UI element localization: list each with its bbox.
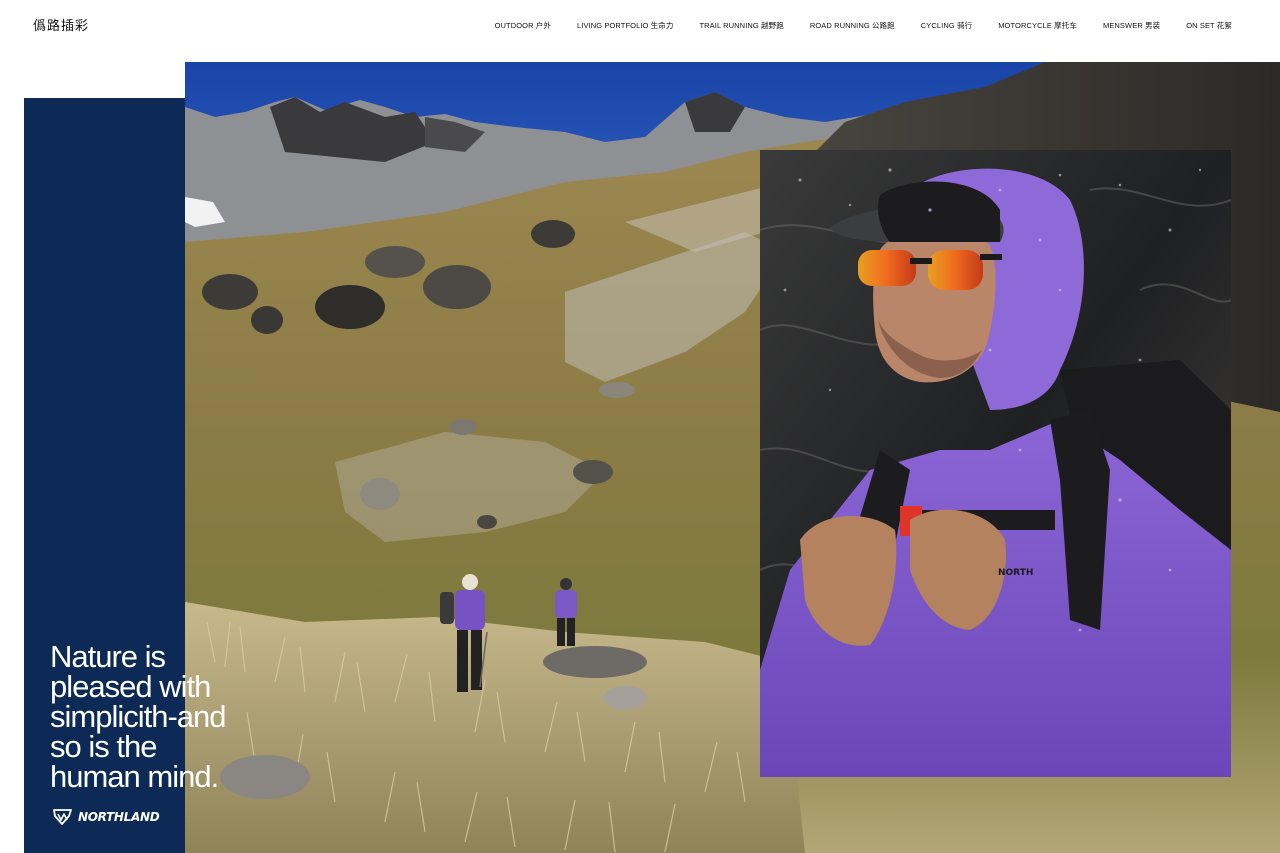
site-logo[interactable]: 僞路插彩 xyxy=(33,15,89,34)
portrait-photo: NORTH xyxy=(760,150,1231,777)
nav-item-menswear[interactable]: MENSWER 男装 xyxy=(1103,20,1160,31)
nav-item-road-running[interactable]: ROAD RUNNING 公路跑 xyxy=(810,20,895,31)
nav-item-motorcycle[interactable]: MOTORCYCLE 摩托车 xyxy=(998,20,1077,31)
hero-headline: Nature is pleased with simplicith-and so… xyxy=(50,639,290,794)
headline-line: pleased with xyxy=(50,669,211,704)
headline-line: so is the xyxy=(50,729,157,764)
headline-line: human mind. xyxy=(50,759,219,794)
brand-mark[interactable]: NORTHLAND xyxy=(52,808,160,826)
nav-item-on-set[interactable]: ON SET 花絮 xyxy=(1186,20,1232,31)
nav-item-outdoor[interactable]: OUTDOOR 户外 xyxy=(495,20,551,31)
headline-line: simplicith-and xyxy=(50,699,227,734)
brand-name: NORTHLAND xyxy=(78,810,160,824)
nav-item-cycling[interactable]: CYCLING 骑行 xyxy=(921,20,972,31)
northland-logo-icon xyxy=(53,809,72,825)
site-header: 僞路插彩 OUTDOOR 户外 LIVING PORTFOLIO 生命力 TRA… xyxy=(0,0,1280,62)
nav-item-trail-running[interactable]: TRAIL RUNNING 越野跑 xyxy=(699,20,783,31)
nav-item-living-portfolio[interactable]: LIVING PORTFOLIO 生命力 xyxy=(577,20,673,31)
svg-text:NORTH: NORTH xyxy=(998,568,1033,578)
main-nav: OUTDOOR 户外 LIVING PORTFOLIO 生命力 TRAIL RU… xyxy=(495,20,1232,31)
headline-line: Nature is xyxy=(50,639,166,674)
